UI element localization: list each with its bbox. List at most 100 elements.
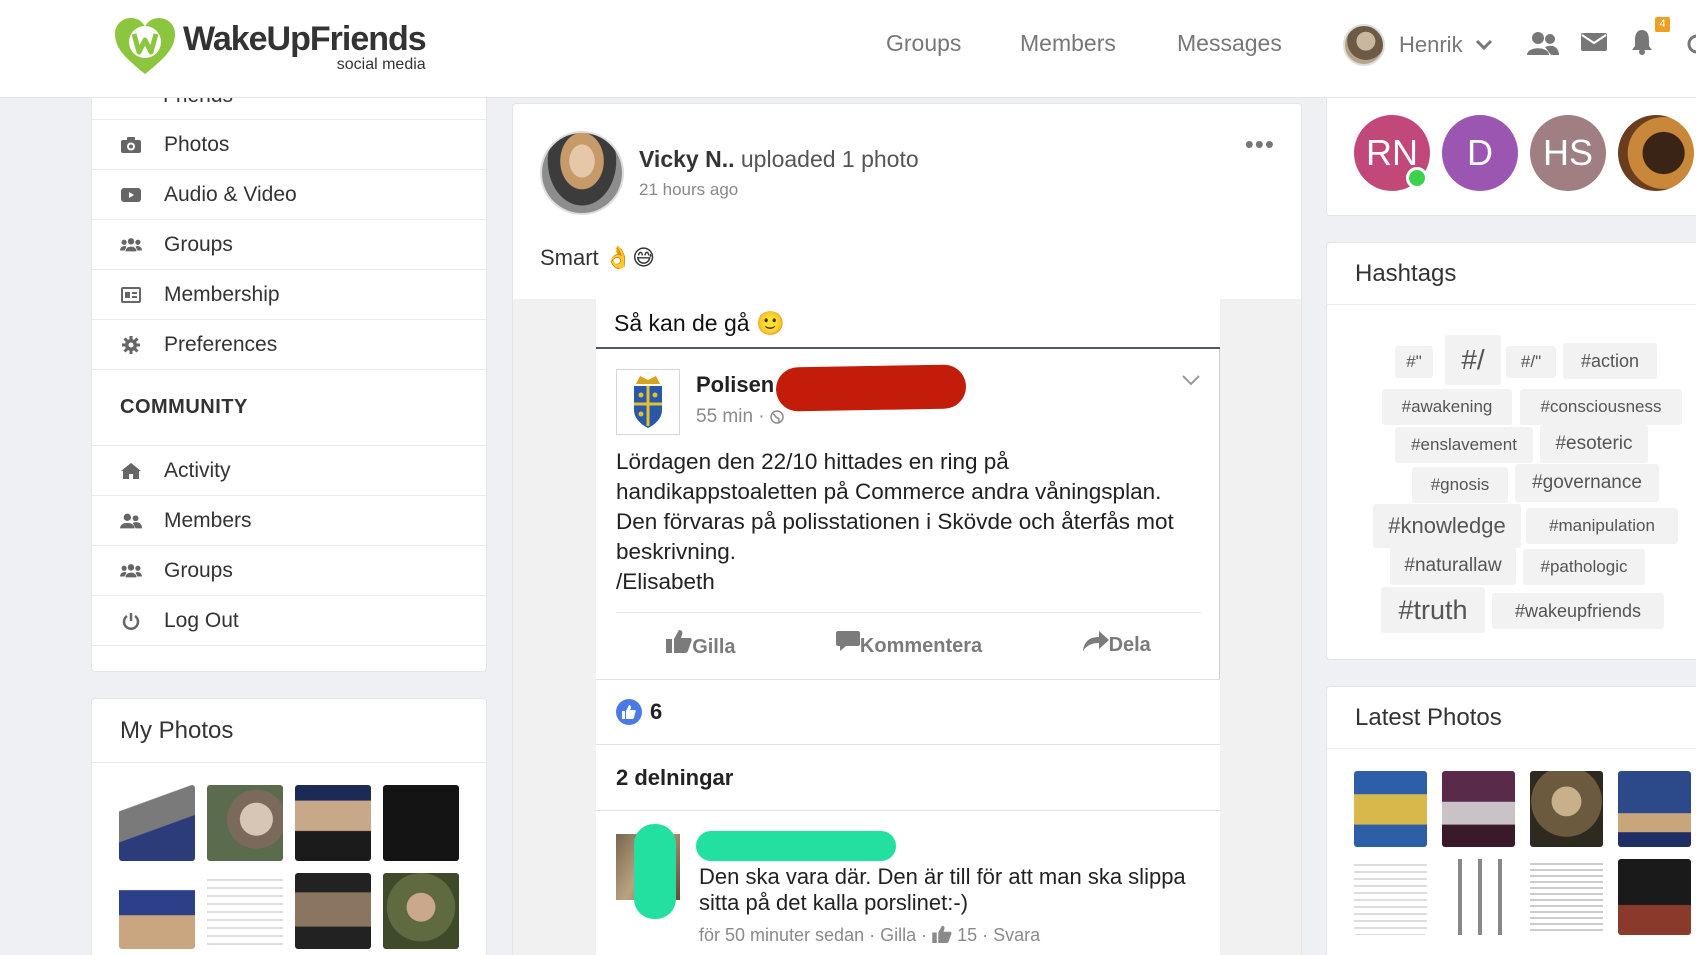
post-timestamp[interactable]: 21 hours ago <box>639 180 738 200</box>
video-icon <box>120 187 142 203</box>
screenshot-content: Så kan de gå 🙂 Polisen 55 min · Lördagen… <box>596 299 1220 955</box>
hashtag[interactable]: #governance <box>1515 464 1659 502</box>
sidebar-item-preferences[interactable]: Preferences <box>92 320 486 370</box>
sidebar-item-members[interactable]: Members <box>92 496 486 546</box>
hashtag[interactable]: #consciousness <box>1520 389 1682 425</box>
globe-icon <box>770 410 784 424</box>
photo-thumbnail[interactable] <box>1618 771 1691 847</box>
avatar <box>1343 24 1385 66</box>
comment-icon <box>835 630 860 651</box>
top-header: WakeUpFriends social media Groups Member… <box>0 0 1696 98</box>
redaction-mark <box>696 831 896 861</box>
hashtag[interactable]: #esoteric <box>1540 425 1648 463</box>
member-avatar[interactable]: HS <box>1530 115 1606 191</box>
heart-logo-icon <box>115 18 175 74</box>
activity-post: Vicky N.. uploaded 1 photo 21 hours ago … <box>512 103 1302 955</box>
photo-thumbnail[interactable] <box>1442 859 1515 935</box>
member-avatar[interactable]: D <box>1442 115 1518 191</box>
post-header: Vicky N.. uploaded 1 photo <box>639 146 919 173</box>
sidebar-item-friends[interactable]: Friends <box>92 98 486 120</box>
camera-icon <box>120 136 142 153</box>
community-heading: COMMUNITY <box>92 370 486 446</box>
home-icon <box>120 462 142 480</box>
photo-thumbnail[interactable] <box>1354 859 1427 935</box>
hashtag[interactable]: #knowledge <box>1373 504 1521 548</box>
hashtag[interactable]: #truth <box>1381 587 1485 633</box>
hashtag[interactable]: #" <box>1395 346 1433 378</box>
sidebar-item-label: Photos <box>164 132 230 156</box>
online-indicator <box>1406 167 1428 189</box>
hashtag[interactable]: #enslavement <box>1395 427 1533 463</box>
photo-thumbnail[interactable] <box>1618 859 1691 935</box>
search-icon[interactable] <box>1686 33 1696 55</box>
screenshot-actions: Gilla Kommentera Dela <box>616 612 1201 674</box>
photo-thumbnail[interactable] <box>207 873 283 949</box>
nav-messages[interactable]: Messages <box>1177 30 1282 57</box>
photo-thumbnail[interactable] <box>295 785 371 861</box>
author-avatar[interactable] <box>540 131 624 215</box>
sidebar-item-logout[interactable]: Log Out <box>92 596 486 646</box>
site-logo[interactable]: WakeUpFriends social media <box>115 18 427 76</box>
redaction-mark <box>775 364 967 412</box>
sidebar-item-community-groups[interactable]: Groups <box>92 546 486 596</box>
latest-photos-title: Latest Photos <box>1327 687 1696 749</box>
hashtag[interactable]: #awakening <box>1382 389 1512 425</box>
photo-thumbnail[interactable] <box>383 785 459 861</box>
like-badge-icon <box>616 699 642 725</box>
sidebar-item-membership[interactable]: Membership <box>92 270 486 320</box>
photo-thumbnail[interactable] <box>1530 771 1603 847</box>
hashtag[interactable]: #/" <box>1506 346 1556 378</box>
post-photo[interactable]: Så kan de gå 🙂 Polisen 55 min · Lördagen… <box>513 299 1301 955</box>
page-name: Polisen <box>696 372 775 397</box>
screenshot-comment-meta: för 50 minuter sedan · Gilla · 15 · Svar… <box>699 925 1041 945</box>
sidebar-item-activity[interactable]: Activity <box>92 446 486 496</box>
sidebar-menu: Friends Photos Audio & Video Groups Memb… <box>91 98 487 672</box>
photo-thumbnail[interactable] <box>295 873 371 949</box>
user-name: Henrik <box>1399 32 1463 57</box>
sidebar-item-audio-video[interactable]: Audio & Video <box>92 170 486 220</box>
post-text: Smart 👌😅 <box>540 245 656 270</box>
friends-icon[interactable] <box>1527 31 1559 57</box>
hashtag[interactable]: #manipulation <box>1526 508 1678 544</box>
sidebar-item-photos[interactable]: Photos <box>92 120 486 170</box>
hashtag[interactable]: #naturallaw <box>1390 547 1516 585</box>
gear-icon <box>120 335 142 354</box>
sidebar-item-groups[interactable]: Groups <box>92 220 486 270</box>
photo-thumbnail[interactable] <box>1530 859 1603 935</box>
power-icon <box>120 612 142 630</box>
bell-icon[interactable] <box>1631 29 1653 55</box>
hashtags-widget: Hashtags #" #/ #/" #action #awakening #c… <box>1326 242 1696 660</box>
screenshot-caption: Så kan de gå 🙂 <box>596 299 1220 349</box>
photo-thumbnail[interactable] <box>1354 771 1427 847</box>
member-avatar[interactable] <box>1618 115 1694 191</box>
hashtag[interactable]: #pathologic <box>1523 549 1645 585</box>
photo-thumbnail[interactable] <box>1442 771 1515 847</box>
hashtag[interactable]: #wakeupfriends <box>1492 593 1664 629</box>
nav-groups[interactable]: Groups <box>886 30 961 57</box>
thumbs-up-icon <box>932 925 952 943</box>
hashtag[interactable]: #gnosis <box>1412 467 1508 503</box>
photo-thumbnail[interactable] <box>119 873 195 949</box>
photo-thumbnail[interactable] <box>119 785 195 861</box>
nav-members[interactable]: Members <box>1020 30 1116 57</box>
more-options-icon[interactable]: ••• <box>1245 129 1275 160</box>
hashtag[interactable]: #/ <box>1445 335 1501 385</box>
sidebar-item-label: Activity <box>164 458 231 482</box>
user-menu[interactable]: Henrik <box>1343 24 1493 66</box>
author-name[interactable]: Vicky N.. <box>639 146 734 172</box>
police-crest-icon <box>616 369 680 435</box>
envelope-icon[interactable] <box>1581 31 1607 53</box>
hashtag[interactable]: #action <box>1563 343 1657 379</box>
screenshot-share-count: 2 delningar <box>596 745 1220 811</box>
sidebar-item-label: Groups <box>164 558 233 582</box>
page-time: 55 min · <box>696 406 784 428</box>
users-icon <box>120 563 142 579</box>
notification-badge: 4 <box>1655 17 1670 32</box>
hashtags-title: Hashtags <box>1327 243 1696 305</box>
photo-thumbnail[interactable] <box>207 785 283 861</box>
photo-thumbnail[interactable] <box>383 873 459 949</box>
screenshot-like: Gilla <box>666 629 736 659</box>
screenshot-like-count: 6 <box>596 679 1220 745</box>
screenshot-comment: Kommentera <box>835 630 982 658</box>
screenshot-share: Dela <box>1082 630 1151 657</box>
